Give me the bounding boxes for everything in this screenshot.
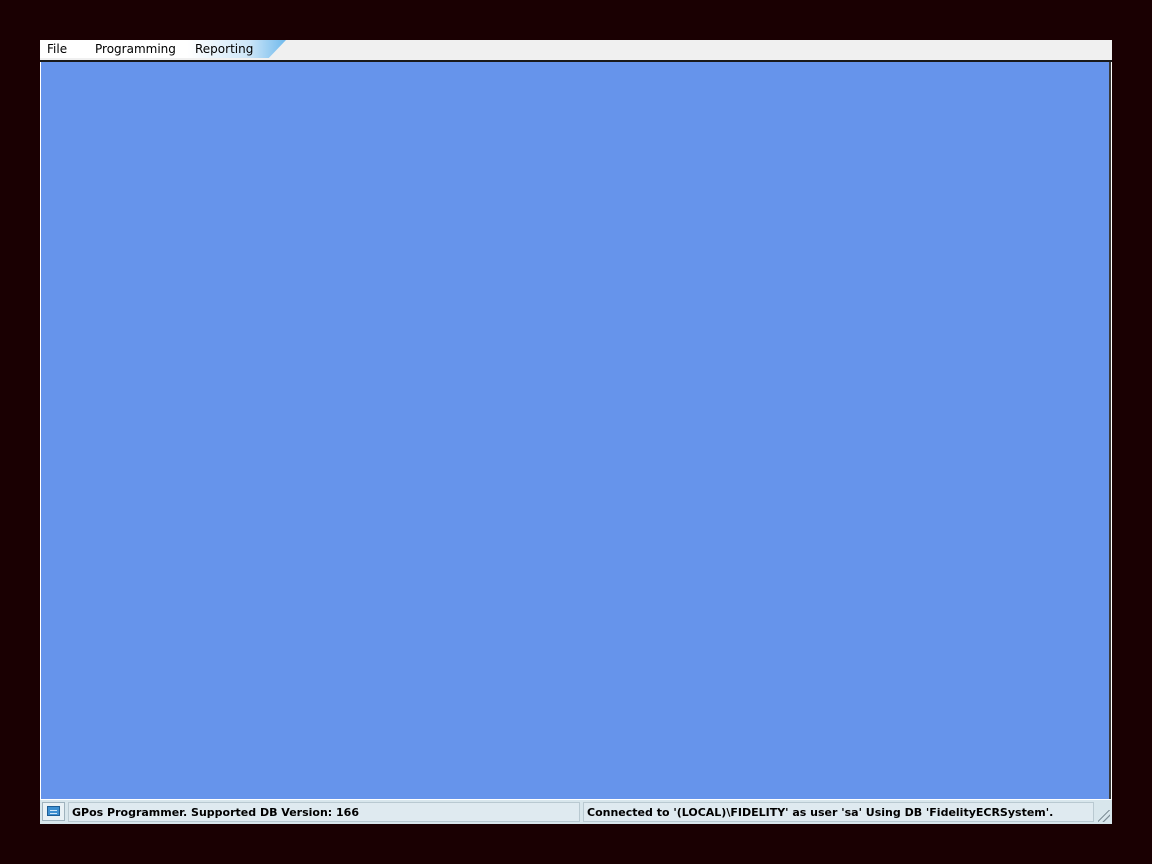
status-version-text: GPos Programmer. Supported DB Version: 1…: [68, 802, 580, 822]
status-connection-text: Connected to '(LOCAL)\FIDELITY' as user …: [583, 802, 1094, 822]
resize-grip-icon[interactable]: [1098, 810, 1110, 822]
menu-programming[interactable]: Programming: [95, 41, 176, 58]
menu-bar: File Programming Reporting: [40, 40, 1112, 60]
status-bar: GPos Programmer. Supported DB Version: 1…: [40, 800, 1112, 824]
menu-reporting[interactable]: Reporting: [195, 41, 253, 58]
menu-file[interactable]: File: [47, 41, 67, 58]
mdi-workspace: [41, 62, 1111, 799]
status-icon-panel: [42, 802, 65, 821]
app-window: File Programming Reporting GPos Programm…: [40, 40, 1112, 824]
keyboard-icon: [47, 806, 60, 816]
